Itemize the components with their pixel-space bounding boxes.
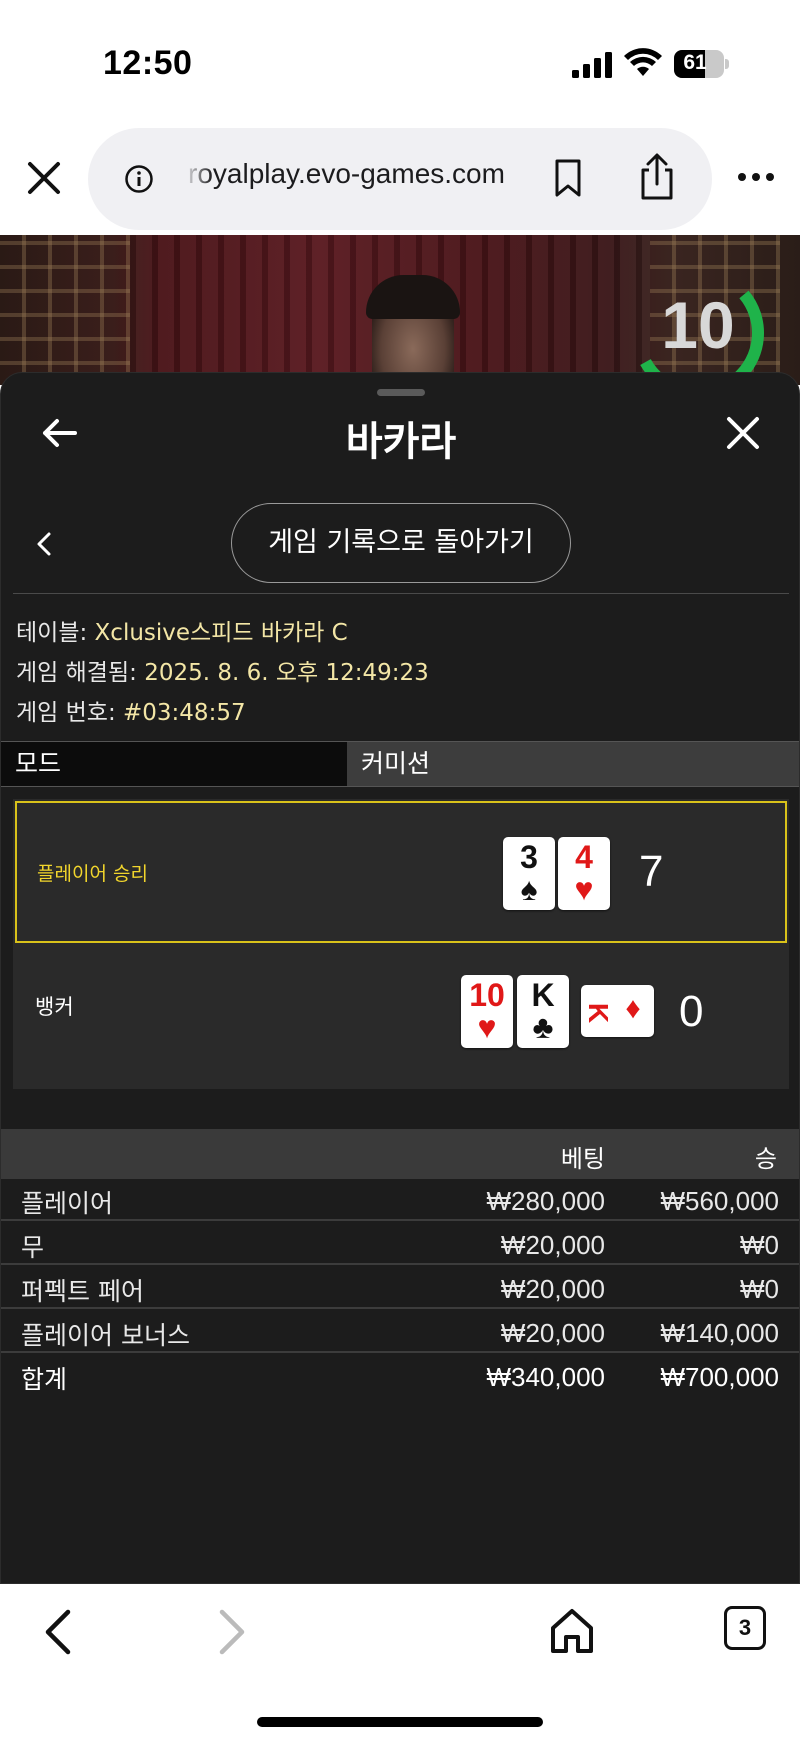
home-indicator bbox=[257, 1717, 543, 1727]
forward-icon[interactable] bbox=[210, 1606, 250, 1658]
total-row: 합계 ₩340,000 ₩700,000 bbox=[21, 1362, 779, 1394]
address-bar[interactable]: royalplay.evo-games.com bbox=[88, 128, 712, 230]
player-win-label: 플레이어 승리 bbox=[37, 863, 148, 885]
game-number-info: 게임 번호: #03:48:57 bbox=[16, 700, 246, 726]
banker-card-1: 10 ♥ bbox=[461, 975, 513, 1048]
url-text[interactable]: royalplay.evo-games.com bbox=[188, 158, 613, 198]
resolved-info: 게임 해결됨: 2025. 8. 6. 오후 12:49:23 bbox=[16, 660, 429, 686]
banker-card-3: K ♦ bbox=[581, 985, 654, 1037]
header-bet: 베팅 bbox=[560, 1145, 605, 1173]
mode-row: 모드 커미션 bbox=[1, 741, 799, 787]
player-card-1: 3 ♠ bbox=[503, 837, 555, 910]
banker-card-2: K ♣ bbox=[517, 975, 569, 1048]
browser-bottom-bar: 3 bbox=[0, 1584, 800, 1740]
back-to-history-button[interactable]: 게임 기록으로 돌아가기 bbox=[231, 503, 571, 583]
mode-label: 모드 bbox=[1, 742, 347, 786]
banker-score: 0 bbox=[679, 987, 704, 1036]
sheet-grabber[interactable] bbox=[377, 389, 425, 396]
bookmark-icon[interactable] bbox=[553, 158, 583, 198]
signal-icon bbox=[572, 52, 612, 78]
banker-hand: 뱅커 10 ♥ K ♣ K ♦ 0 bbox=[15, 945, 787, 1087]
commission-label: 커미션 bbox=[361, 749, 431, 778]
game-details-sheet: 바카라 게임 기록으로 돌아가기 테이블: Xclusive스피드 바카라 C … bbox=[0, 372, 800, 1584]
banker-label: 뱅커 bbox=[35, 995, 74, 1019]
game-number: #03:48:57 bbox=[123, 700, 246, 726]
divider bbox=[13, 593, 789, 594]
table-row: 무 ₩20,000 ₩0 bbox=[1, 1225, 799, 1265]
back-icon[interactable] bbox=[40, 1606, 80, 1658]
status-time: 12:50 bbox=[103, 44, 193, 82]
bet-table-header: 베팅 승 bbox=[1, 1129, 799, 1179]
table-row: 플레이어 ₩280,000 ₩560,000 bbox=[1, 1181, 799, 1221]
battery-level: 61 bbox=[683, 51, 707, 74]
back-arrow-icon[interactable] bbox=[39, 413, 79, 453]
table-row: 플레이어 보너스 ₩20,000 ₩140,000 bbox=[1, 1313, 799, 1353]
table-row: 퍼펙트 페어 ₩20,000 ₩0 bbox=[1, 1269, 799, 1309]
share-icon[interactable] bbox=[637, 152, 677, 202]
player-score: 7 bbox=[639, 847, 664, 896]
player-hand: 플레이어 승리 3 ♠ 4 ♥ 7 bbox=[15, 801, 787, 943]
player-card-2: 4 ♥ bbox=[558, 837, 610, 910]
tabs-icon[interactable]: 3 bbox=[724, 1606, 766, 1650]
game-result: 플레이어 승리 3 ♠ 4 ♥ 7 뱅커 10 ♥ K ♣ K ♦ 0 bbox=[13, 799, 789, 1089]
table-name: Xclusive스피드 바카라 C bbox=[94, 620, 348, 646]
countdown-timer: 10 bbox=[661, 288, 735, 362]
table-info: 테이블: Xclusive스피드 바카라 C bbox=[16, 620, 348, 646]
status-bar: 12:50 61 bbox=[0, 0, 800, 120]
header-win: 승 bbox=[754, 1145, 777, 1173]
sheet-title: 바카라 bbox=[345, 419, 457, 465]
chevron-left-icon[interactable] bbox=[31, 528, 59, 560]
wifi-icon bbox=[624, 48, 662, 76]
browser-toolbar: royalplay.evo-games.com bbox=[0, 120, 800, 235]
close-icon[interactable] bbox=[723, 413, 763, 453]
close-icon[interactable] bbox=[22, 156, 66, 200]
more-icon[interactable] bbox=[736, 170, 776, 184]
info-icon[interactable] bbox=[124, 164, 154, 194]
resolved-time: 2025. 8. 6. 오후 12:49:23 bbox=[144, 660, 429, 686]
live-video-feed: 10 bbox=[0, 235, 800, 385]
home-icon[interactable] bbox=[548, 1606, 596, 1656]
battery-icon: 61 bbox=[674, 50, 729, 78]
